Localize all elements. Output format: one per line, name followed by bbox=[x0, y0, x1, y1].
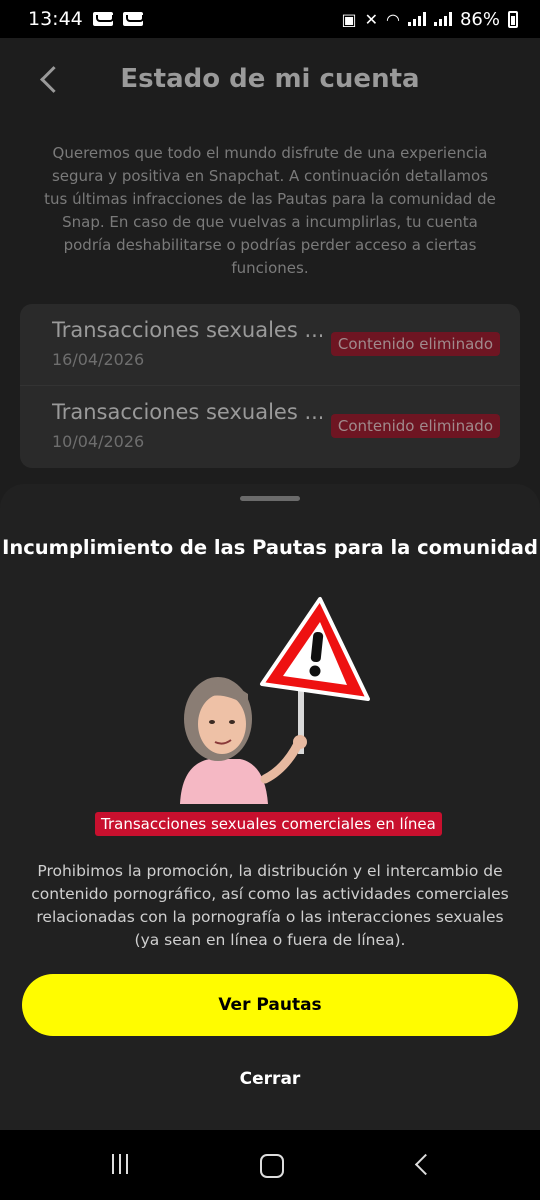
view-guidelines-button[interactable]: Ver Pautas bbox=[22, 974, 518, 1036]
wifi-icon: ◠ bbox=[386, 9, 400, 29]
bottom-sheet: Incumplimiento de las Pautas para la com… bbox=[0, 484, 540, 1130]
back-icon[interactable] bbox=[400, 1150, 440, 1180]
exclamation-dot bbox=[309, 665, 321, 677]
header: Estado de mi cuenta bbox=[0, 38, 540, 120]
violation-row[interactable]: Transacciones sexuales ... 10/04/2026 Co… bbox=[20, 386, 520, 468]
battery-percent: 86% bbox=[459, 8, 500, 30]
signal-icon bbox=[407, 12, 426, 26]
system-nav-bar bbox=[0, 1130, 540, 1200]
warning-sign-illustration bbox=[180, 597, 370, 804]
violation-title: Transacciones sexuales ... bbox=[52, 318, 322, 342]
page-title: Estado de mi cuenta bbox=[120, 64, 420, 94]
status-bar: 13:44 ▣ ✕ ◠ 86% bbox=[0, 0, 540, 38]
avatar-arm bbox=[260, 739, 303, 784]
recents-icon[interactable] bbox=[100, 1150, 140, 1180]
mute-icon: ✕ bbox=[364, 9, 379, 29]
violations-list: Transacciones sexuales ... 16/04/2026 Co… bbox=[20, 304, 520, 468]
voicemail-icon bbox=[122, 12, 144, 26]
status-time: 13:44 bbox=[28, 8, 83, 30]
status-badge: Contenido eliminado bbox=[330, 414, 500, 438]
violation-title: Transacciones sexuales ... bbox=[52, 400, 322, 424]
signal-icon bbox=[433, 12, 452, 26]
status-badge: Contenido eliminado bbox=[330, 332, 500, 356]
battery-saver-icon: ▣ bbox=[341, 9, 357, 29]
sheet-title: Incumplimiento de las Pautas para la com… bbox=[2, 536, 538, 559]
back-arrow-icon[interactable] bbox=[36, 62, 64, 96]
avatar-shirt bbox=[180, 759, 268, 804]
home-icon[interactable] bbox=[250, 1150, 290, 1180]
voicemail-icon bbox=[92, 12, 114, 26]
sheet-description: Prohibimos la promoción, la distribución… bbox=[31, 862, 509, 949]
intro-text: Queremos que todo el mundo disfrute de u… bbox=[44, 144, 496, 277]
violation-row[interactable]: Transacciones sexuales ... 16/04/2026 Co… bbox=[20, 304, 520, 386]
violation-category-badge: Transacciones sexuales comerciales en lí… bbox=[95, 812, 442, 836]
battery-icon bbox=[508, 10, 518, 28]
drag-handle[interactable] bbox=[240, 496, 300, 501]
close-button[interactable]: Cerrar bbox=[170, 1062, 370, 1096]
avatar-hand bbox=[293, 735, 307, 749]
avatar-face bbox=[198, 694, 246, 754]
